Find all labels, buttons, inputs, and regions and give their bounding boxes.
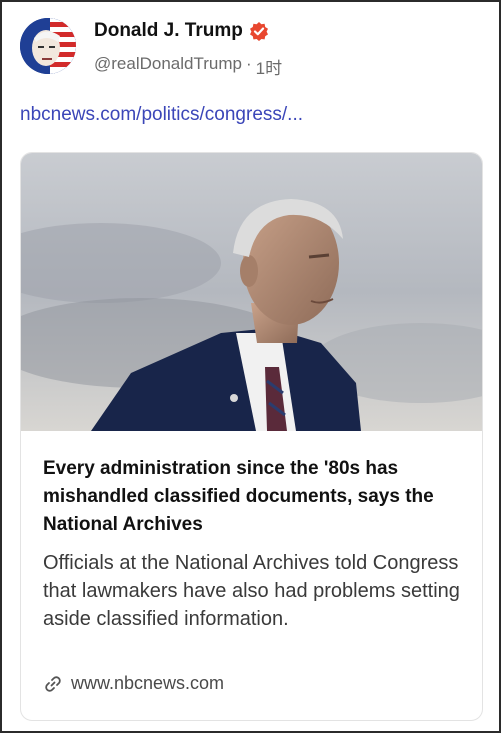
article-image: [21, 153, 482, 431]
display-name[interactable]: Donald J. Trump: [94, 20, 243, 42]
post-link[interactable]: nbcnews.com/politics/congress/...: [20, 104, 303, 126]
timestamp[interactable]: 1时: [256, 54, 282, 79]
link-preview-card[interactable]: Every administration since the '80s has …: [20, 152, 483, 721]
avatar[interactable]: [20, 18, 76, 74]
article-domain-row: www.nbcnews.com: [43, 673, 224, 694]
author-handle-row: @realDonaldTrump · 1时: [94, 54, 282, 79]
avatar-image: [20, 18, 76, 74]
separator: ·: [245, 54, 252, 73]
author-name-row: Donald J. Trump: [94, 20, 269, 42]
verified-badge-icon: [249, 21, 269, 41]
handle[interactable]: @realDonaldTrump: [94, 54, 242, 79]
article-description: Officials at the National Archives told …: [43, 552, 460, 630]
article-title: Every administration since the '80s has …: [43, 458, 434, 535]
link-chain-icon: [43, 674, 63, 694]
article-domain: www.nbcnews.com: [71, 673, 225, 693]
